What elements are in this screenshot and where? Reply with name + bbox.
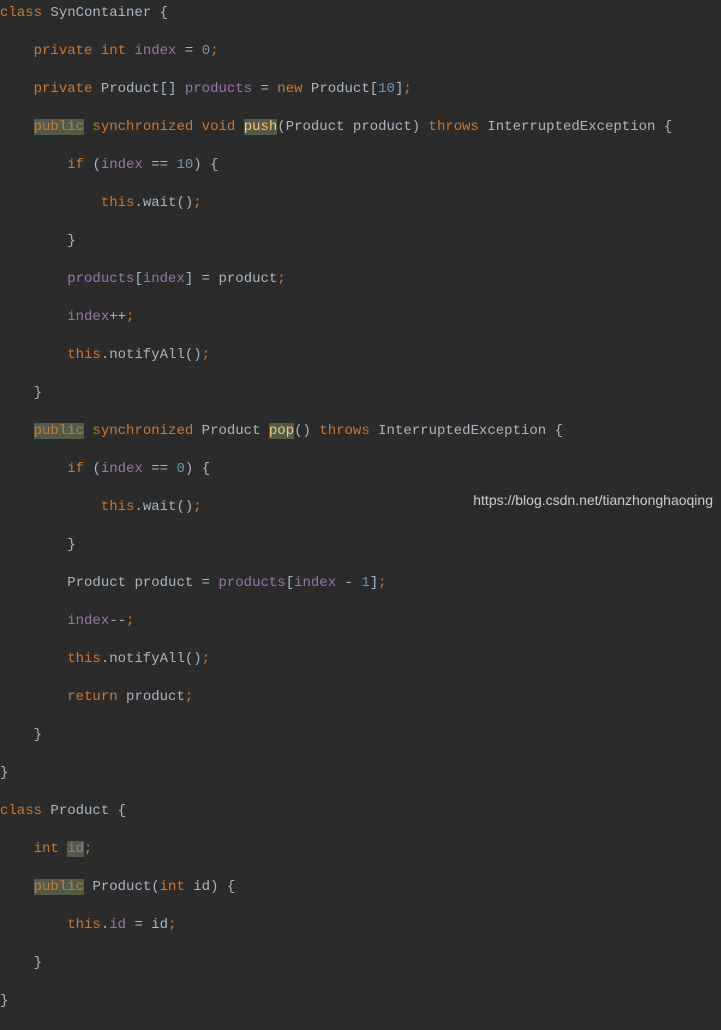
method-name: push xyxy=(244,119,278,135)
class-name: SynContainer xyxy=(50,5,151,21)
code-block: class SynContainer { private int index =… xyxy=(0,0,721,1030)
keyword-highlight: public xyxy=(34,119,84,135)
method-name: pop xyxy=(269,423,294,439)
field-highlight: id xyxy=(67,841,84,857)
keyword: class xyxy=(0,5,42,21)
